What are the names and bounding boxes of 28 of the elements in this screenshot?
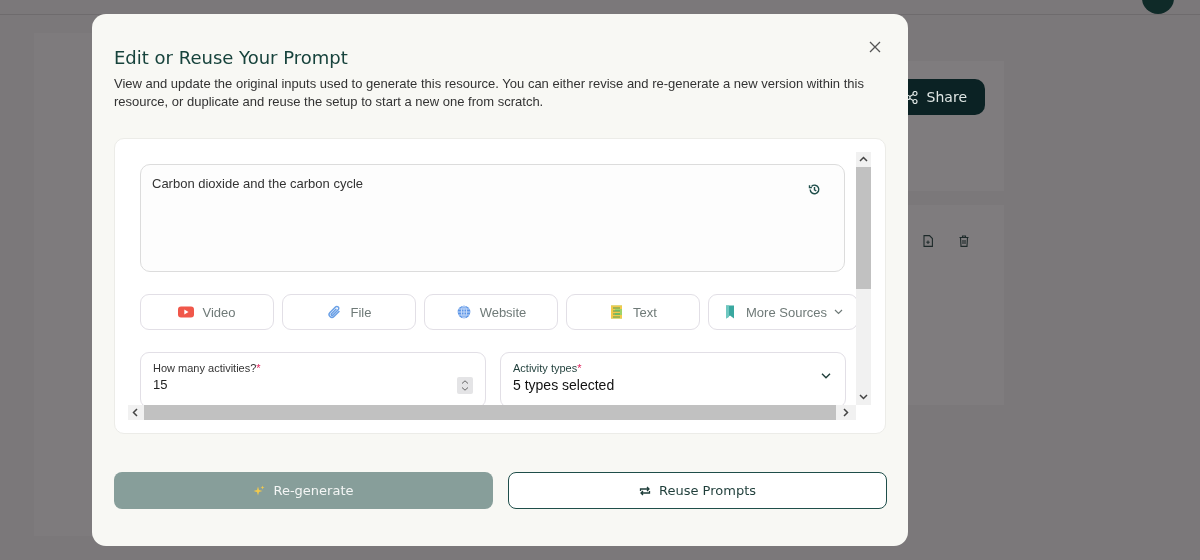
number-field[interactable]: How many activities?* 15 (140, 352, 486, 405)
globe-icon (455, 305, 472, 319)
field-value: 5 types selected (513, 377, 615, 393)
paperclip-icon (326, 305, 343, 319)
source-button[interactable]: Video (140, 294, 274, 330)
source-button[interactable]: Website (424, 294, 558, 330)
source-button[interactable]: More Sources (708, 294, 856, 330)
select-field[interactable]: Activity types* 5 types selected (500, 352, 846, 405)
history-icon[interactable] (808, 183, 821, 196)
close-icon[interactable] (869, 41, 881, 53)
source-button[interactable]: File (282, 294, 416, 330)
repeat-icon (639, 484, 651, 497)
trash-icon[interactable] (959, 235, 969, 247)
prompt-field[interactable]: Carbon dioxide and the carbon cycle (140, 164, 845, 272)
vertical-scrollbar[interactable] (856, 152, 871, 405)
field-label: Activity types* (513, 362, 583, 374)
spinner-arrows-icon[interactable] (457, 377, 473, 394)
file-icon[interactable] (923, 235, 933, 247)
horizontal-scrollbar[interactable] (128, 405, 856, 420)
field-value: 15 (153, 377, 168, 392)
sparkle-icon (253, 484, 266, 497)
chevron-down-icon (821, 373, 831, 379)
field-label: How many activities?* (153, 362, 262, 374)
dialog-title: Edit or Reuse Your Prompt (114, 47, 349, 69)
video-icon (178, 305, 195, 319)
chevron-down-icon (833, 309, 843, 315)
reuse-prompts-button[interactable]: Reuse Prompts (508, 472, 887, 509)
source-button[interactable]: Text (566, 294, 700, 330)
